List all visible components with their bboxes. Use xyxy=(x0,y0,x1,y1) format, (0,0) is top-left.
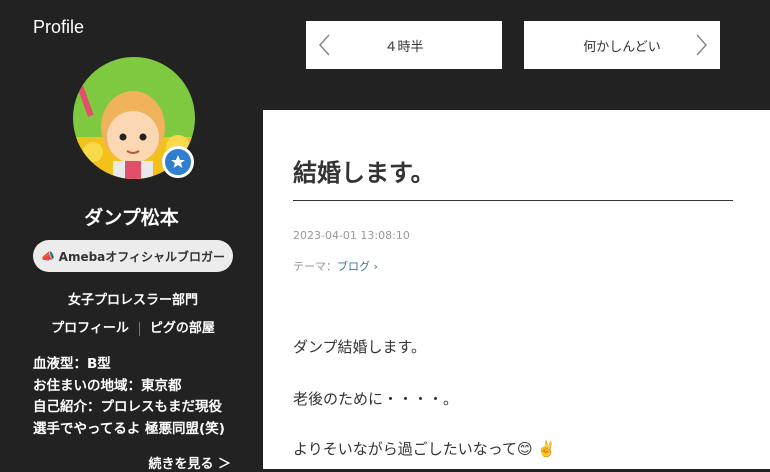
theme-prefix: テーマ： xyxy=(293,260,337,273)
article-body-line: よりそいながら過ごしたいなって😊 ✌️ xyxy=(293,440,557,458)
residence: お住まいの地域：東京都 xyxy=(33,377,182,394)
next-entry-label: 何かしんどい xyxy=(583,39,661,55)
profile-heading: Profile xyxy=(33,17,85,37)
official-blogger-badge[interactable]: 📣 Amebaオフィシャルブロガー xyxy=(33,240,233,272)
megaphone-icon: 📣 xyxy=(40,249,55,263)
blogger-name[interactable]: ダンプ松本 xyxy=(0,203,263,230)
profile-sidebar: Profile ダンプ松本 📣 Amebaオフィシャルブロガー 女子プロレスラー… xyxy=(0,0,266,472)
self-intro-line-2: 選手でやってるよ 極悪同盟(笑) xyxy=(33,420,225,437)
self-intro-line-1: 自己紹介：プロレスもまだ現役 xyxy=(33,399,222,415)
avatar[interactable] xyxy=(73,57,195,179)
article-title[interactable]: 結婚します。 xyxy=(293,153,435,188)
chevron-right-icon xyxy=(696,34,708,56)
pig-room-link[interactable]: ピグの部屋 xyxy=(150,321,215,336)
article-body-line: ダンプ結婚します。 xyxy=(293,338,427,356)
theme-link[interactable]: ブログ › xyxy=(337,260,378,273)
blogger-category-link[interactable]: 女子プロレスラー部門 xyxy=(0,289,266,308)
theme-link-label: ブログ xyxy=(337,260,370,273)
title-divider xyxy=(293,200,733,201)
profile-info: 血液型：B型 お住まいの地域：東京都 自己紹介：プロレスもまだ現役 選手でやって… xyxy=(33,354,248,440)
article-body-line: 老後のために・・・・。 xyxy=(293,390,459,408)
blood-type: 血液型：B型 xyxy=(33,356,111,372)
article-theme: テーマ：ブログ › xyxy=(293,258,378,274)
link-divider xyxy=(138,321,140,336)
article-date: 2023-04-01 13:08:10 xyxy=(293,229,410,242)
next-entry-button[interactable]: 何かしんどい xyxy=(524,21,720,69)
profile-links: プロフィール ピグの部屋 xyxy=(0,317,266,336)
chevron-right-icon: › xyxy=(373,260,378,273)
official-blogger-icon xyxy=(162,146,194,178)
profile-link[interactable]: プロフィール xyxy=(51,321,129,336)
chevron-left-icon xyxy=(318,34,330,56)
article-card: 結婚します。 2023-04-01 13:08:10 テーマ：ブログ › ダンプ… xyxy=(263,110,770,469)
prev-entry-button[interactable]: ４時半 xyxy=(306,21,502,69)
official-blogger-label: Amebaオフィシャルブロガー xyxy=(58,249,226,264)
read-more-link[interactable]: 続きを見る ＞ xyxy=(148,453,231,472)
prev-entry-label: ４時半 xyxy=(384,39,424,55)
